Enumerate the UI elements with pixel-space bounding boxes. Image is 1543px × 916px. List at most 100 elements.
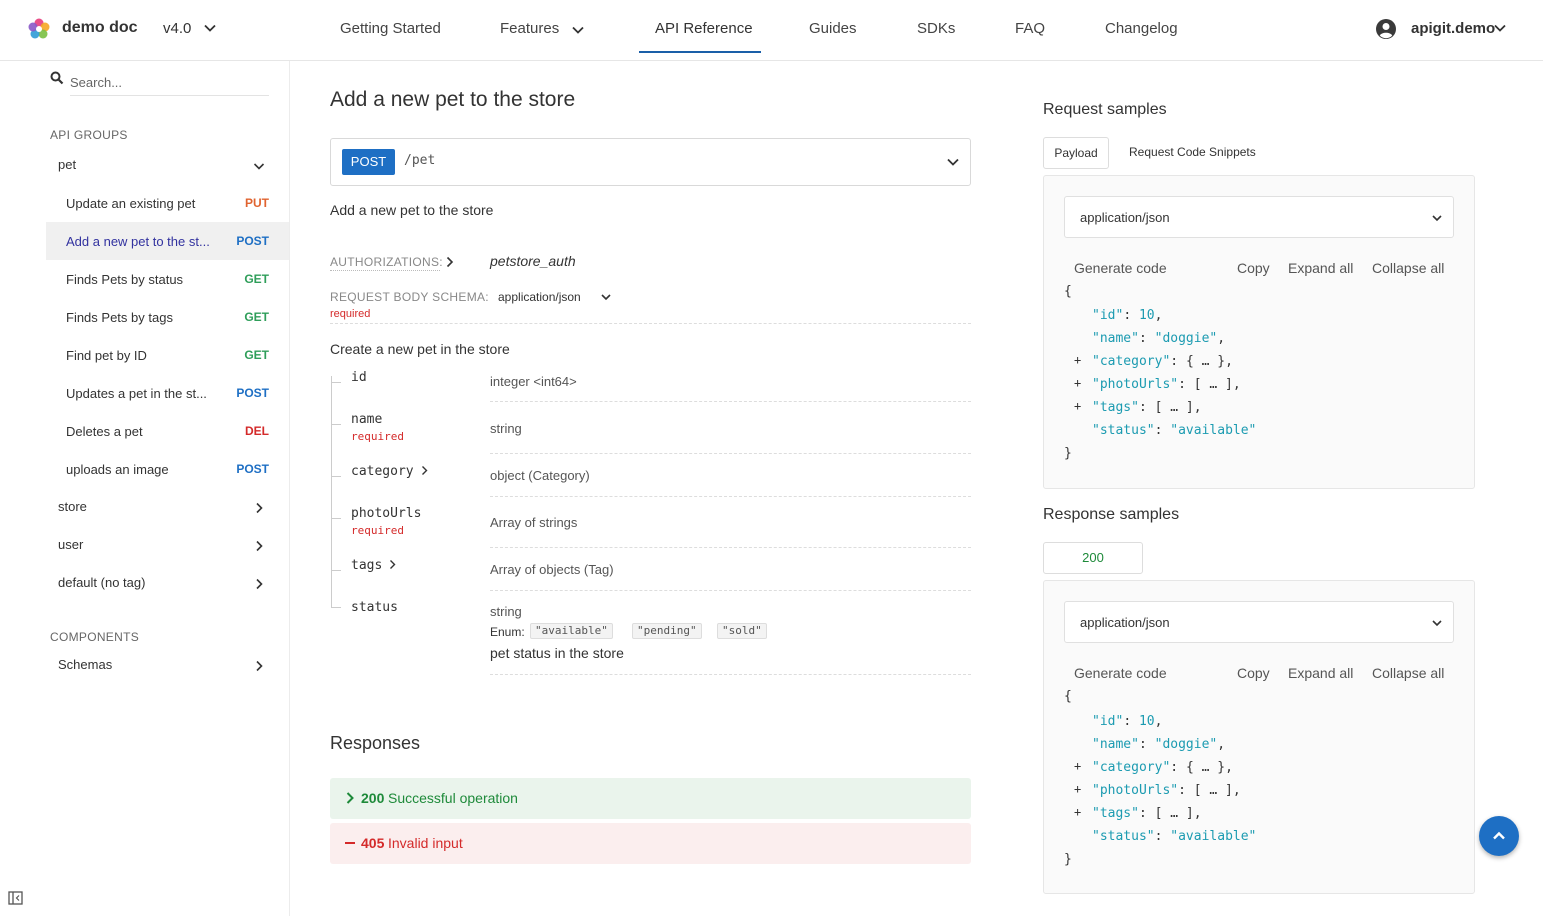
json-key: "photoUrls": [1092, 377, 1179, 392]
tab-payload[interactable]: Payload: [1043, 137, 1109, 169]
sidebar-item-schemas[interactable]: Schemas: [46, 646, 289, 684]
nav-sdks[interactable]: SDKs: [917, 20, 955, 37]
json-value[interactable]: { … }: [1186, 354, 1225, 369]
user-name[interactable]: apigit.demo: [1411, 20, 1495, 37]
divider: [490, 401, 971, 402]
copy-button[interactable]: Copy: [1237, 665, 1270, 681]
content-type-selector[interactable]: application/json: [498, 290, 581, 304]
sidebar-op-add-pet[interactable]: Add a new pet to the st... POST: [46, 222, 289, 260]
json-key: "photoUrls": [1092, 783, 1179, 798]
enum-value: "sold": [717, 623, 767, 639]
expand-toggle-icon[interactable]: +: [1074, 376, 1081, 390]
chevron-down-icon[interactable]: [600, 291, 612, 303]
nav-getting-started[interactable]: Getting Started: [340, 20, 441, 37]
chevron-right-icon: [346, 792, 354, 804]
json-value[interactable]: [ … ]: [1194, 783, 1233, 798]
property-type: string: [490, 604, 522, 619]
sidebar-op-label: Deletes a pet: [66, 424, 143, 439]
sidebar-op-find-by-id[interactable]: Find pet by ID GET: [46, 336, 289, 374]
json-line-id: "id": 10,: [1092, 308, 1163, 323]
json-key: "name": [1092, 331, 1139, 346]
property-name-category[interactable]: category: [351, 464, 429, 479]
json-value: "doggie": [1154, 331, 1218, 346]
copy-button[interactable]: Copy: [1237, 260, 1270, 276]
content-type-dropdown[interactable]: application/json: [1064, 601, 1454, 643]
method-badge: DEL: [245, 424, 269, 438]
expand-all-button[interactable]: Expand all: [1288, 260, 1353, 276]
sidebar-group-default[interactable]: default (no tag): [46, 564, 289, 602]
response-code: 200: [361, 790, 385, 806]
expand-toggle-icon[interactable]: +: [1074, 782, 1081, 796]
content-type-dropdown[interactable]: application/json: [1064, 196, 1454, 238]
nav-features[interactable]: Features: [500, 20, 559, 37]
json-key: "id": [1092, 714, 1124, 729]
json-value[interactable]: [ … ]: [1155, 400, 1194, 415]
scroll-to-top-button[interactable]: [1479, 816, 1519, 856]
nav-guides[interactable]: Guides: [809, 20, 857, 37]
property-name-tags[interactable]: tags: [351, 558, 397, 573]
tree-tick: [331, 607, 341, 608]
json-value[interactable]: [ … ]: [1194, 377, 1233, 392]
json-value[interactable]: { … }: [1186, 760, 1225, 775]
json-line-tags: "tags": [ … ],: [1092, 806, 1202, 821]
logo-icon[interactable]: [28, 18, 50, 40]
generate-code-button[interactable]: Generate code: [1074, 260, 1167, 276]
sidebar-group-label: user: [58, 537, 84, 552]
search-input[interactable]: [70, 70, 269, 96]
sidebar-op-delete-pet[interactable]: Deletes a pet DEL: [46, 412, 289, 450]
nav-changelog[interactable]: Changelog: [1105, 20, 1178, 37]
generate-code-button[interactable]: Generate code: [1074, 665, 1167, 681]
response-405-row[interactable]: 405 Invalid input: [330, 823, 971, 864]
sidebar-group-user[interactable]: user: [46, 526, 289, 564]
nav-faq[interactable]: FAQ: [1015, 20, 1045, 37]
chevron-right-icon[interactable]: [388, 559, 397, 570]
sidebar-op-find-by-status[interactable]: Finds Pets by status GET: [46, 260, 289, 298]
chevron-down-icon: [1432, 215, 1442, 222]
json-value[interactable]: [ … ]: [1155, 806, 1194, 821]
nav-api-reference[interactable]: API Reference: [655, 20, 753, 37]
tab-response-200[interactable]: 200: [1043, 542, 1143, 574]
sidebar-group-store[interactable]: store: [46, 488, 289, 526]
chevron-up-icon: [1493, 831, 1505, 840]
sidebar-op-label: Find pet by ID: [66, 348, 147, 363]
version-selector[interactable]: v4.0: [163, 20, 191, 37]
chevron-down-icon[interactable]: [1493, 21, 1507, 35]
chevron-right-icon[interactable]: [444, 255, 456, 269]
property-type: Array of strings: [490, 515, 578, 530]
sidebar-op-label: uploads an image: [66, 462, 169, 477]
expand-all-button[interactable]: Expand all: [1288, 665, 1353, 681]
sidebar-op-update-pet[interactable]: Update an existing pet PUT: [46, 184, 289, 222]
json-brace: }: [1064, 446, 1072, 461]
authorizations-label[interactable]: AUTHORIZATIONS:: [330, 255, 443, 269]
tab-request-code-snippets[interactable]: Request Code Snippets: [1129, 137, 1256, 169]
response-200-row[interactable]: 200 Successful operation: [330, 778, 971, 819]
chevron-down-icon[interactable]: [946, 155, 960, 169]
sidebar-op-label: Add a new pet to the st...: [66, 234, 210, 249]
sidebar-group-label: store: [58, 499, 87, 514]
tree-tick: [331, 424, 341, 425]
method-badge: GET: [244, 272, 269, 286]
tree-tick: [331, 570, 341, 571]
expand-toggle-icon[interactable]: +: [1074, 399, 1081, 413]
sidebar-op-find-by-tags[interactable]: Finds Pets by tags GET: [46, 298, 289, 336]
user-avatar-icon[interactable]: [1375, 18, 1397, 40]
sidebar-group-pet[interactable]: pet: [46, 146, 289, 184]
dropdown-value: application/json: [1080, 210, 1170, 225]
chevron-down-icon[interactable]: [203, 21, 217, 35]
chevron-down-icon[interactable]: [571, 23, 585, 37]
expand-toggle-icon[interactable]: +: [1074, 759, 1081, 773]
brand-name[interactable]: demo doc: [62, 19, 138, 37]
http-method-badge: POST: [342, 149, 395, 175]
sidebar-op-upload-image[interactable]: uploads an image POST: [46, 450, 289, 488]
endpoint-bar[interactable]: POST /pet: [330, 138, 971, 186]
sidebar-collapse-icon[interactable]: [8, 891, 23, 905]
chevron-down-icon: [253, 163, 265, 170]
collapse-all-button[interactable]: Collapse all: [1372, 260, 1444, 276]
chevron-right-icon[interactable]: [420, 465, 429, 476]
sidebar-op-update-pet-form[interactable]: Updates a pet in the st... POST: [46, 374, 289, 412]
json-key: "category": [1092, 760, 1171, 775]
collapse-all-button[interactable]: Collapse all: [1372, 665, 1444, 681]
json-line-status: "status": "available": [1092, 423, 1257, 438]
expand-toggle-icon[interactable]: +: [1074, 805, 1081, 819]
expand-toggle-icon[interactable]: +: [1074, 353, 1081, 367]
